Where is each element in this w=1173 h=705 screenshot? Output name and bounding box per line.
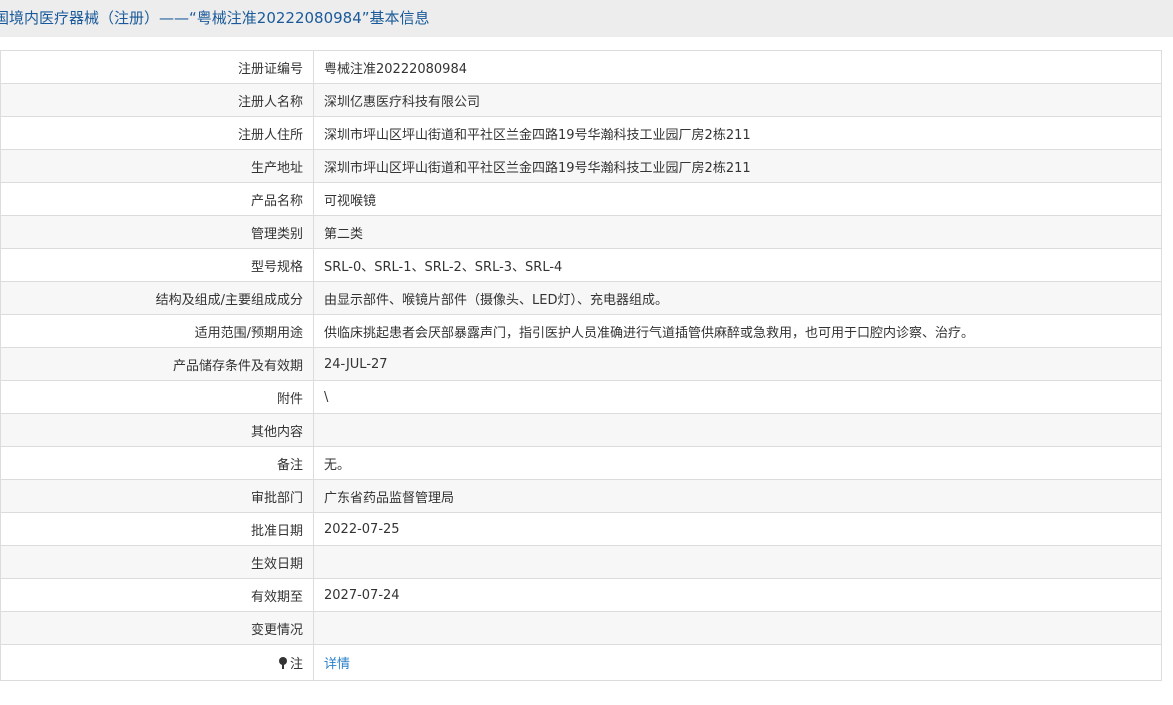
row-label: 产品储存条件及有效期	[0, 347, 314, 381]
row-value: 广东省药品监督管理局	[313, 479, 1162, 513]
table-row: 产品名称 可视喉镜	[0, 182, 1162, 216]
row-label: 生产地址	[0, 149, 314, 183]
table-row: 型号规格 SRL-0、SRL-1、SRL-2、SRL-3、SRL-4	[0, 248, 1162, 282]
page-header: 国境内医疗器械（注册）——“粤械注准20222080984”基本信息	[0, 0, 1173, 37]
table-row: 产品储存条件及有效期 24-JUL-27	[0, 347, 1162, 381]
row-value: SRL-0、SRL-1、SRL-2、SRL-3、SRL-4	[313, 248, 1162, 282]
row-label: 备注	[0, 446, 314, 480]
row-value: 供临床挑起患者会厌部暴露声门，指引医护人员准确进行气道插管供麻醉或急救用，也可用…	[313, 314, 1162, 348]
row-value	[313, 413, 1162, 447]
table-row: 注册人住所 深圳市坪山区坪山街道和平社区兰金四路19号华瀚科技工业园厂房2栋21…	[0, 116, 1162, 150]
row-label: 型号规格	[0, 248, 314, 282]
row-label: 有效期至	[0, 578, 314, 612]
table-row: 生效日期	[0, 545, 1162, 579]
row-label: 审批部门	[0, 479, 314, 513]
pin-icon	[278, 657, 288, 669]
row-label: 注册证编号	[0, 50, 314, 84]
table-row: 附件 \	[0, 380, 1162, 414]
row-label: 生效日期	[0, 545, 314, 579]
table-row: 其他内容	[0, 413, 1162, 447]
row-label: 管理类别	[0, 215, 314, 249]
table-row: 生产地址 深圳市坪山区坪山街道和平社区兰金四路19号华瀚科技工业园厂房2栋211	[0, 149, 1162, 183]
table-row: 适用范围/预期用途 供临床挑起患者会厌部暴露声门，指引医护人员准确进行气道插管供…	[0, 314, 1162, 348]
row-value: 24-JUL-27	[313, 347, 1162, 381]
row-value: 深圳市坪山区坪山街道和平社区兰金四路19号华瀚科技工业园厂房2栋211	[313, 149, 1162, 183]
table-row: 备注 无。	[0, 446, 1162, 480]
row-label: 附件	[0, 380, 314, 414]
row-label: 适用范围/预期用途	[0, 314, 314, 348]
row-value	[313, 545, 1162, 579]
table-row: 批准日期 2022-07-25	[0, 512, 1162, 546]
details-link[interactable]: 详情	[324, 657, 350, 672]
row-value	[313, 611, 1162, 645]
row-value: 第二类	[313, 215, 1162, 249]
table-row: 管理类别 第二类	[0, 215, 1162, 249]
row-label: 其他内容	[0, 413, 314, 447]
row-label: 注册人住所	[0, 116, 314, 150]
table-row: 有效期至 2027-07-24	[0, 578, 1162, 612]
note-label: 注	[289, 657, 303, 672]
row-value: 2027-07-24	[313, 578, 1162, 612]
row-label: 产品名称	[0, 182, 314, 216]
page-title: 国境内医疗器械（注册）——“粤械注准20222080984”基本信息	[0, 9, 430, 27]
note-value-cell: 详情	[313, 644, 1162, 681]
table-row: 变更情况	[0, 611, 1162, 645]
row-value: 2022-07-25	[313, 512, 1162, 546]
row-label: 变更情况	[0, 611, 314, 645]
row-value: 深圳市坪山区坪山街道和平社区兰金四路19号华瀚科技工业园厂房2栋211	[313, 116, 1162, 150]
row-value: \	[313, 380, 1162, 414]
row-value: 由显示部件、喉镜片部件（摄像头、LED灯）、充电器组成。	[313, 281, 1162, 315]
note-label-cell: 注	[0, 644, 314, 681]
row-label: 批准日期	[0, 512, 314, 546]
note-row: 注 详情	[0, 644, 1162, 681]
row-value: 无。	[313, 446, 1162, 480]
table-row: 审批部门 广东省药品监督管理局	[0, 479, 1162, 513]
table-row: 注册证编号 粤械注准20222080984	[0, 50, 1162, 84]
row-label: 结构及组成/主要组成成分	[0, 281, 314, 315]
row-label: 注册人名称	[0, 83, 314, 117]
table-row: 注册人名称 深圳亿惠医疗科技有限公司	[0, 83, 1162, 117]
row-value: 粤械注准20222080984	[313, 50, 1162, 84]
row-value: 可视喉镜	[313, 182, 1162, 216]
registration-detail-table: 注册证编号 粤械注准20222080984 注册人名称 深圳亿惠医疗科技有限公司…	[0, 50, 1162, 681]
row-value: 深圳亿惠医疗科技有限公司	[313, 83, 1162, 117]
table-row: 结构及组成/主要组成成分 由显示部件、喉镜片部件（摄像头、LED灯）、充电器组成…	[0, 281, 1162, 315]
